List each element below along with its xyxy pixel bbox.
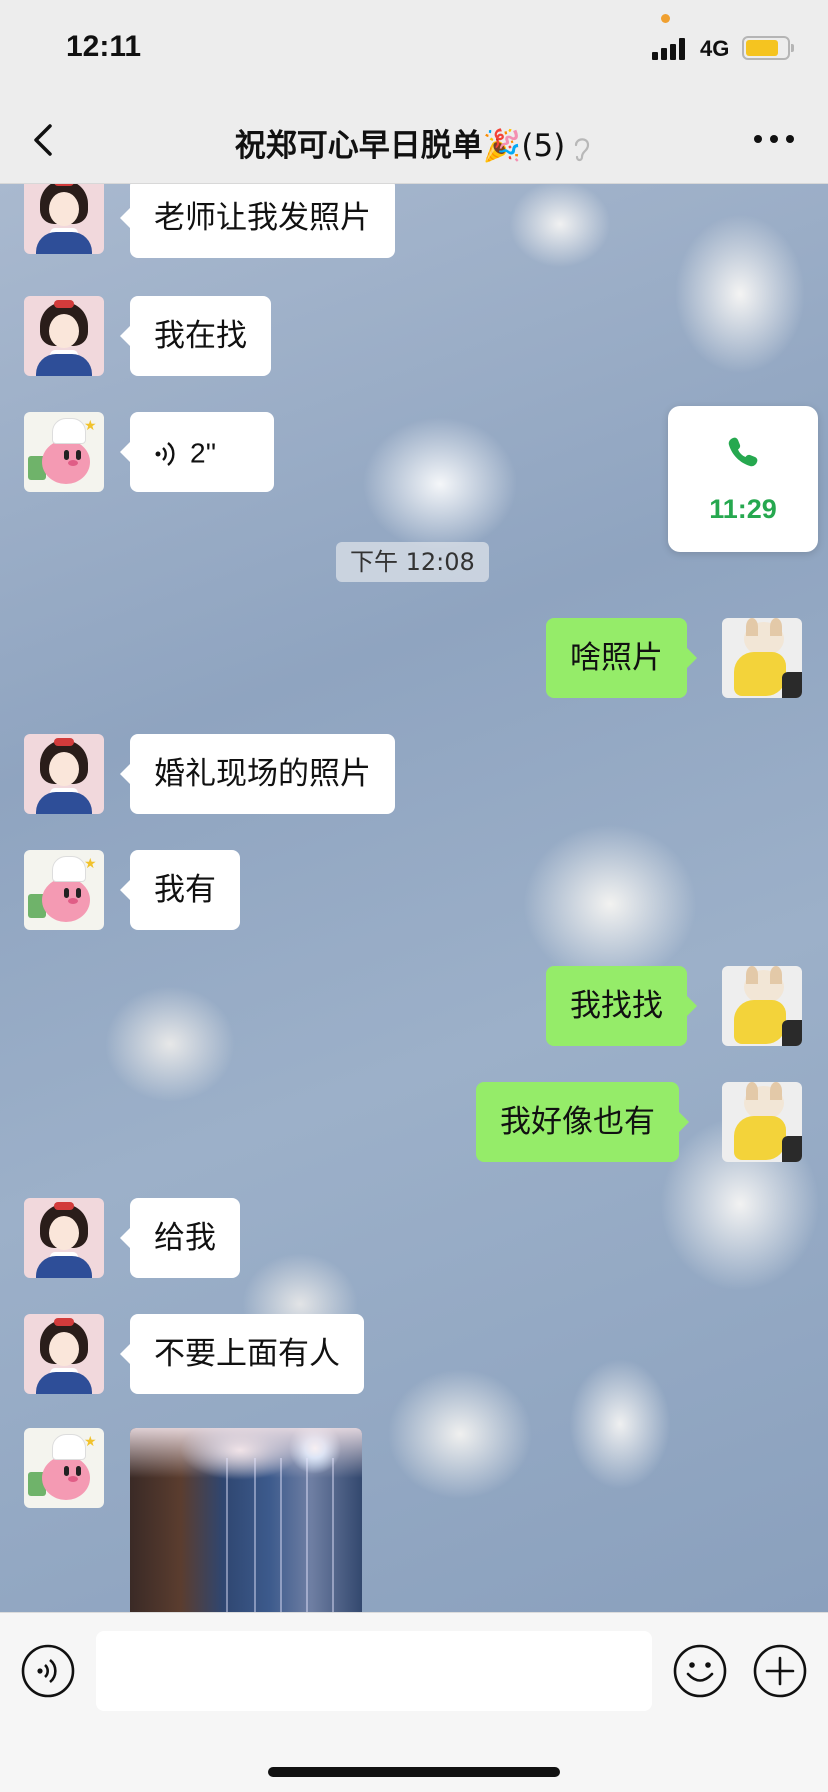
message-bubble[interactable]: 我有 xyxy=(120,850,240,930)
battery-icon xyxy=(742,36,794,60)
more-functions-button[interactable] xyxy=(752,1643,808,1699)
home-indicator xyxy=(268,1767,560,1777)
dog-avatar[interactable] xyxy=(722,966,802,1046)
message-bubble[interactable]: 婚礼现场的照片 xyxy=(120,734,395,814)
kirby-avatar[interactable]: ★ xyxy=(24,850,104,930)
input-bar xyxy=(0,1612,828,1792)
dog-avatar[interactable] xyxy=(722,618,802,698)
voice-call-floating-window[interactable]: 11:29 xyxy=(668,406,818,552)
snow-white-avatar[interactable] xyxy=(24,734,104,814)
network-type: 4G xyxy=(700,36,730,61)
image-message[interactable] xyxy=(130,1428,362,1612)
group-name: 祝郑可心早日脱单🎉 xyxy=(234,128,522,164)
voice-message-bubble[interactable]: 2'' xyxy=(120,412,274,492)
voice-input-button[interactable] xyxy=(20,1643,76,1699)
voice-wave-icon xyxy=(155,441,175,466)
earpiece-mode-icon xyxy=(575,137,590,161)
voice-duration: 2'' xyxy=(190,437,217,469)
kirby-avatar[interactable]: ★ xyxy=(24,412,104,492)
privacy-indicator-dot xyxy=(661,14,670,23)
kirby-avatar[interactable]: ★ xyxy=(24,1428,104,1508)
phone-icon xyxy=(728,437,758,467)
snow-white-avatar[interactable] xyxy=(24,1314,104,1394)
time-divider: 下午 12:08 xyxy=(336,542,489,582)
message-bubble[interactable]: 啥照片 xyxy=(546,618,697,698)
dog-avatar[interactable] xyxy=(722,1082,802,1162)
snow-white-avatar[interactable] xyxy=(24,184,104,254)
status-time: 12:11 xyxy=(66,30,142,63)
snow-white-avatar[interactable] xyxy=(24,296,104,376)
chat-title: 祝郑可心早日脱单🎉(5) xyxy=(0,120,828,165)
chat-messages-area[interactable]: 老师让我发照片 我在找 ★ 2'' 11:29 下午 12:08 啥照片 婚礼现… xyxy=(0,184,828,1612)
message-bubble[interactable]: 我找找 xyxy=(546,966,697,1046)
emoji-button[interactable] xyxy=(672,1643,728,1699)
message-bubble[interactable]: 不要上面有人 xyxy=(120,1314,364,1394)
signal-icon xyxy=(652,38,692,60)
message-bubble[interactable]: 给我 xyxy=(120,1198,240,1278)
more-options-button[interactable] xyxy=(754,132,798,146)
chat-header: 祝郑可心早日脱单🎉(5) xyxy=(0,96,828,184)
message-bubble[interactable]: 我在找 xyxy=(120,296,271,376)
call-duration: 11:29 xyxy=(709,494,777,524)
status-bar: 12:11 4G xyxy=(0,0,828,96)
message-input[interactable] xyxy=(96,1631,652,1711)
message-bubble[interactable]: 我好像也有 xyxy=(476,1082,689,1162)
snow-white-avatar[interactable] xyxy=(24,1198,104,1278)
member-count: (5) xyxy=(521,128,566,164)
message-bubble[interactable]: 老师让我发照片 xyxy=(120,184,395,258)
